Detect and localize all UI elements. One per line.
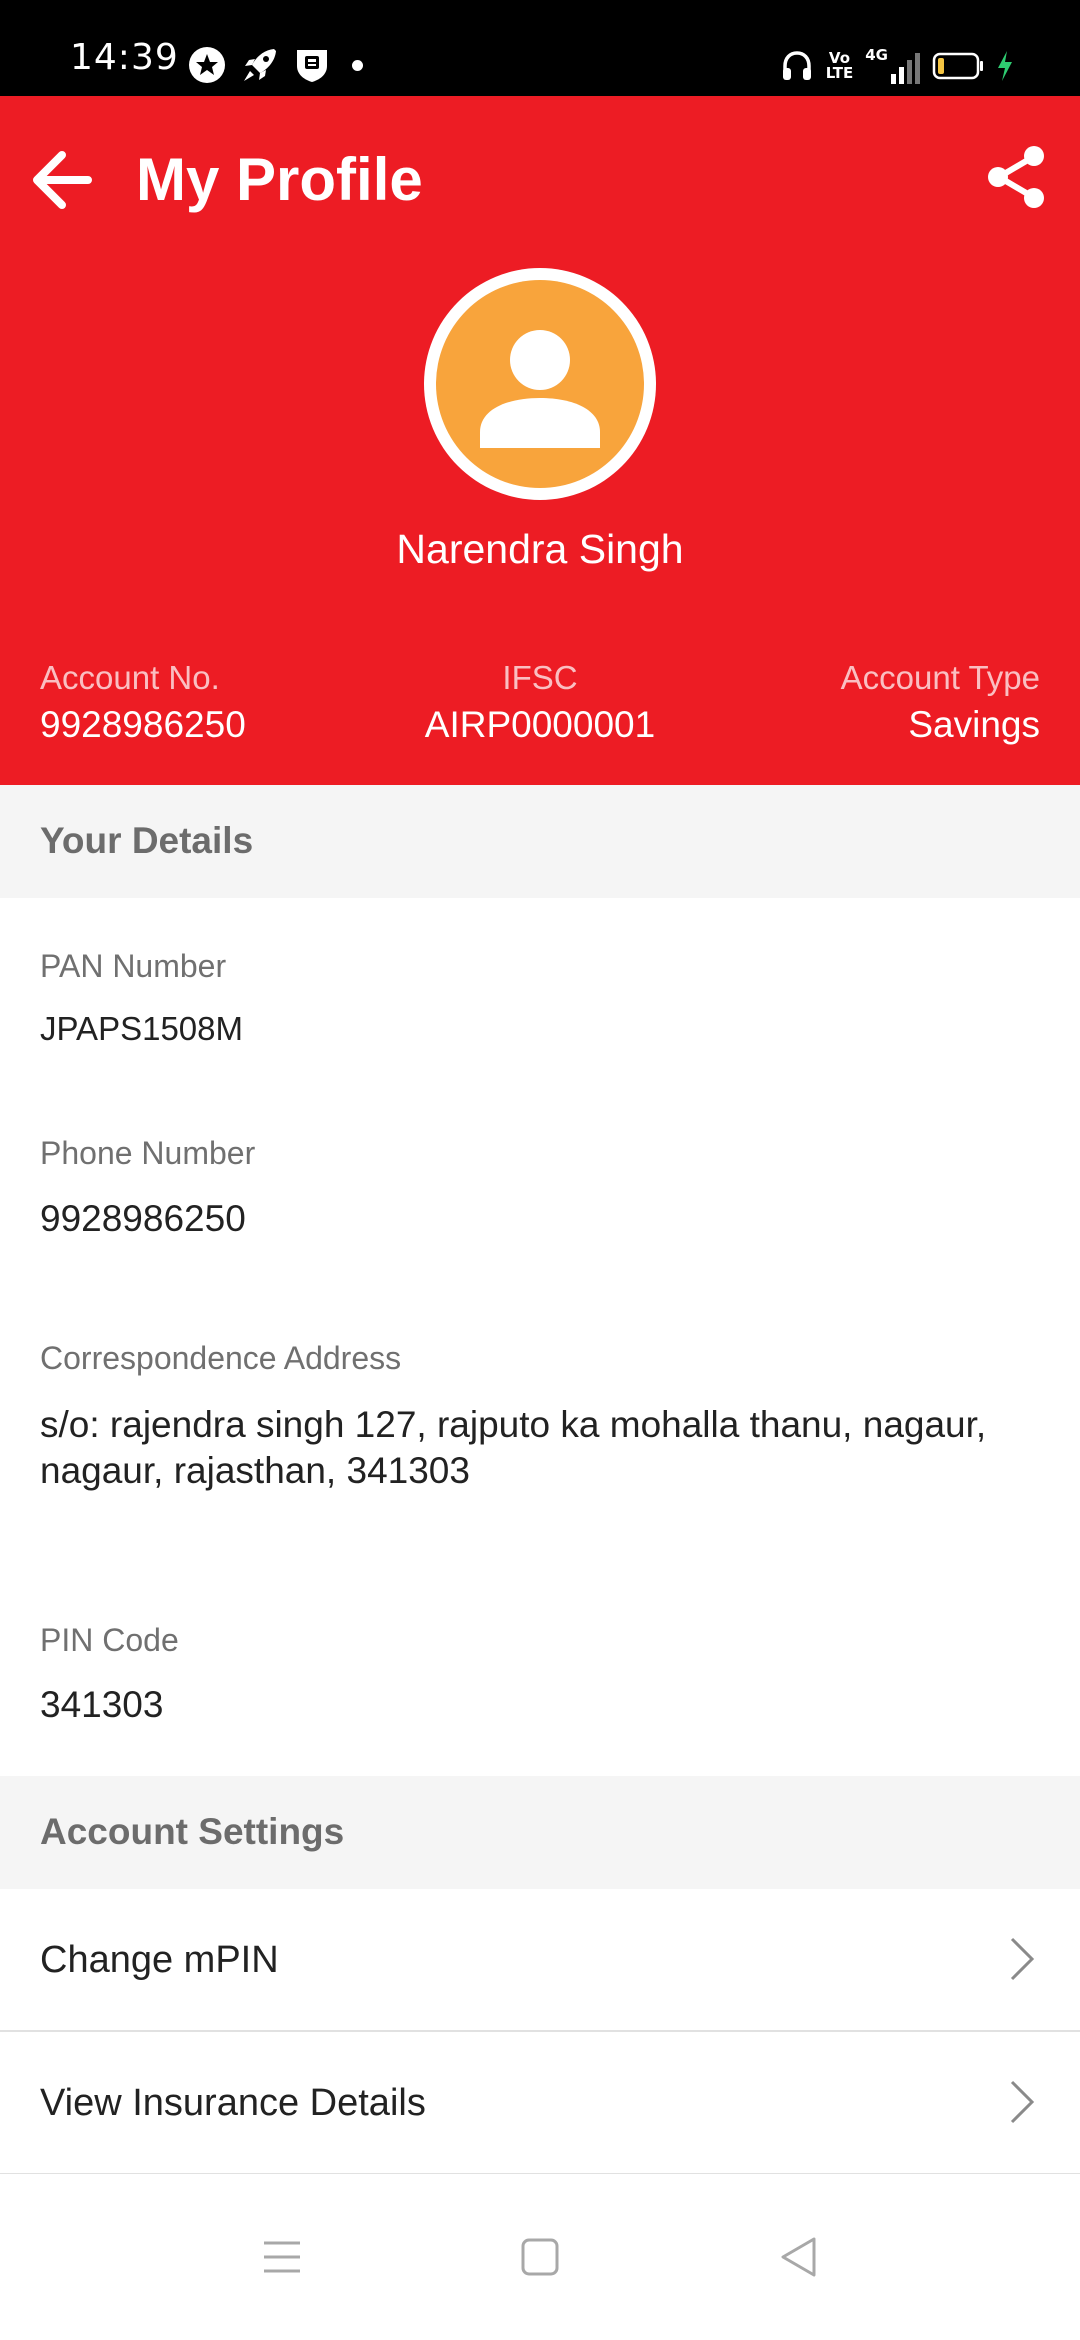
status-left-icons bbox=[188, 46, 363, 84]
view-insurance-label: View Insurance Details bbox=[40, 2082, 426, 2124]
profile-screen: 14:39 Vo LTE 4G My Profile Narendra Sing… bbox=[0, 0, 1080, 2340]
rocket-icon bbox=[244, 49, 276, 81]
signal-4g-icon: 4G bbox=[865, 48, 920, 84]
your-details-title: Your Details bbox=[40, 820, 254, 861]
back-nav-button[interactable] bbox=[718, 2174, 878, 2340]
account-settings-header: Account Settings bbox=[0, 1776, 1080, 1889]
your-details-header: Your Details bbox=[0, 785, 1080, 898]
back-triangle-icon bbox=[781, 2237, 816, 2277]
arrow-left-icon bbox=[33, 151, 92, 209]
share-button[interactable] bbox=[980, 140, 1054, 214]
address-value: s/o: rajendra singh 127, rajputo ka moha… bbox=[40, 1404, 987, 1491]
avatar-background bbox=[436, 280, 644, 488]
pan-label: PAN Number bbox=[40, 948, 227, 984]
headphones-icon bbox=[782, 51, 811, 80]
menu-button[interactable] bbox=[202, 2174, 362, 2340]
share-icon bbox=[988, 146, 1044, 208]
page-title: My Profile bbox=[136, 146, 423, 213]
system-nav-bar bbox=[0, 2174, 1080, 2340]
battery-icon bbox=[932, 52, 983, 80]
account-type-label: Account Type bbox=[840, 659, 1040, 696]
volte-icon: Vo LTE bbox=[826, 51, 854, 81]
pin-label: PIN Code bbox=[40, 1622, 179, 1658]
dot-icon bbox=[352, 59, 363, 71]
profile-header: My Profile Narendra Singh Account No. 99… bbox=[0, 96, 1080, 785]
home-button[interactable] bbox=[460, 2174, 620, 2340]
account-type-value: Savings bbox=[908, 704, 1040, 745]
charging-icon bbox=[998, 51, 1012, 81]
user-name: Narendra Singh bbox=[396, 526, 684, 572]
change-mpin-row[interactable]: Change mPIN bbox=[0, 1889, 1080, 2032]
chevron-right-icon bbox=[1010, 2080, 1035, 2124]
status-bar: 14:39 Vo LTE 4G bbox=[0, 0, 1080, 96]
status-right-icons: Vo LTE 4G bbox=[780, 46, 1014, 86]
view-insurance-row[interactable]: View Insurance Details bbox=[0, 2032, 1080, 2175]
back-button[interactable] bbox=[22, 138, 106, 222]
status-time: 14:39 bbox=[70, 37, 179, 78]
user-icon bbox=[480, 330, 600, 448]
avatar bbox=[424, 268, 656, 500]
star-circle-icon bbox=[189, 47, 225, 83]
change-mpin-label: Change mPIN bbox=[40, 1939, 279, 1981]
phone-label: Phone Number bbox=[40, 1135, 256, 1171]
volte-text-bottom: LTE bbox=[825, 64, 854, 82]
pan-value: JPAPS1508M bbox=[40, 1010, 243, 1047]
network-text: 4G bbox=[865, 46, 888, 64]
address-label: Correspondence Address bbox=[40, 1340, 402, 1376]
chevron-right-icon bbox=[1010, 1937, 1035, 1981]
menu-icon bbox=[264, 2241, 300, 2273]
phone-value: 9928986250 bbox=[40, 1198, 246, 1239]
home-square-icon bbox=[521, 2238, 559, 2276]
shield-badge-icon bbox=[297, 50, 327, 82]
account-settings-title: Account Settings bbox=[40, 1811, 345, 1852]
pin-value: 341303 bbox=[40, 1684, 164, 1725]
